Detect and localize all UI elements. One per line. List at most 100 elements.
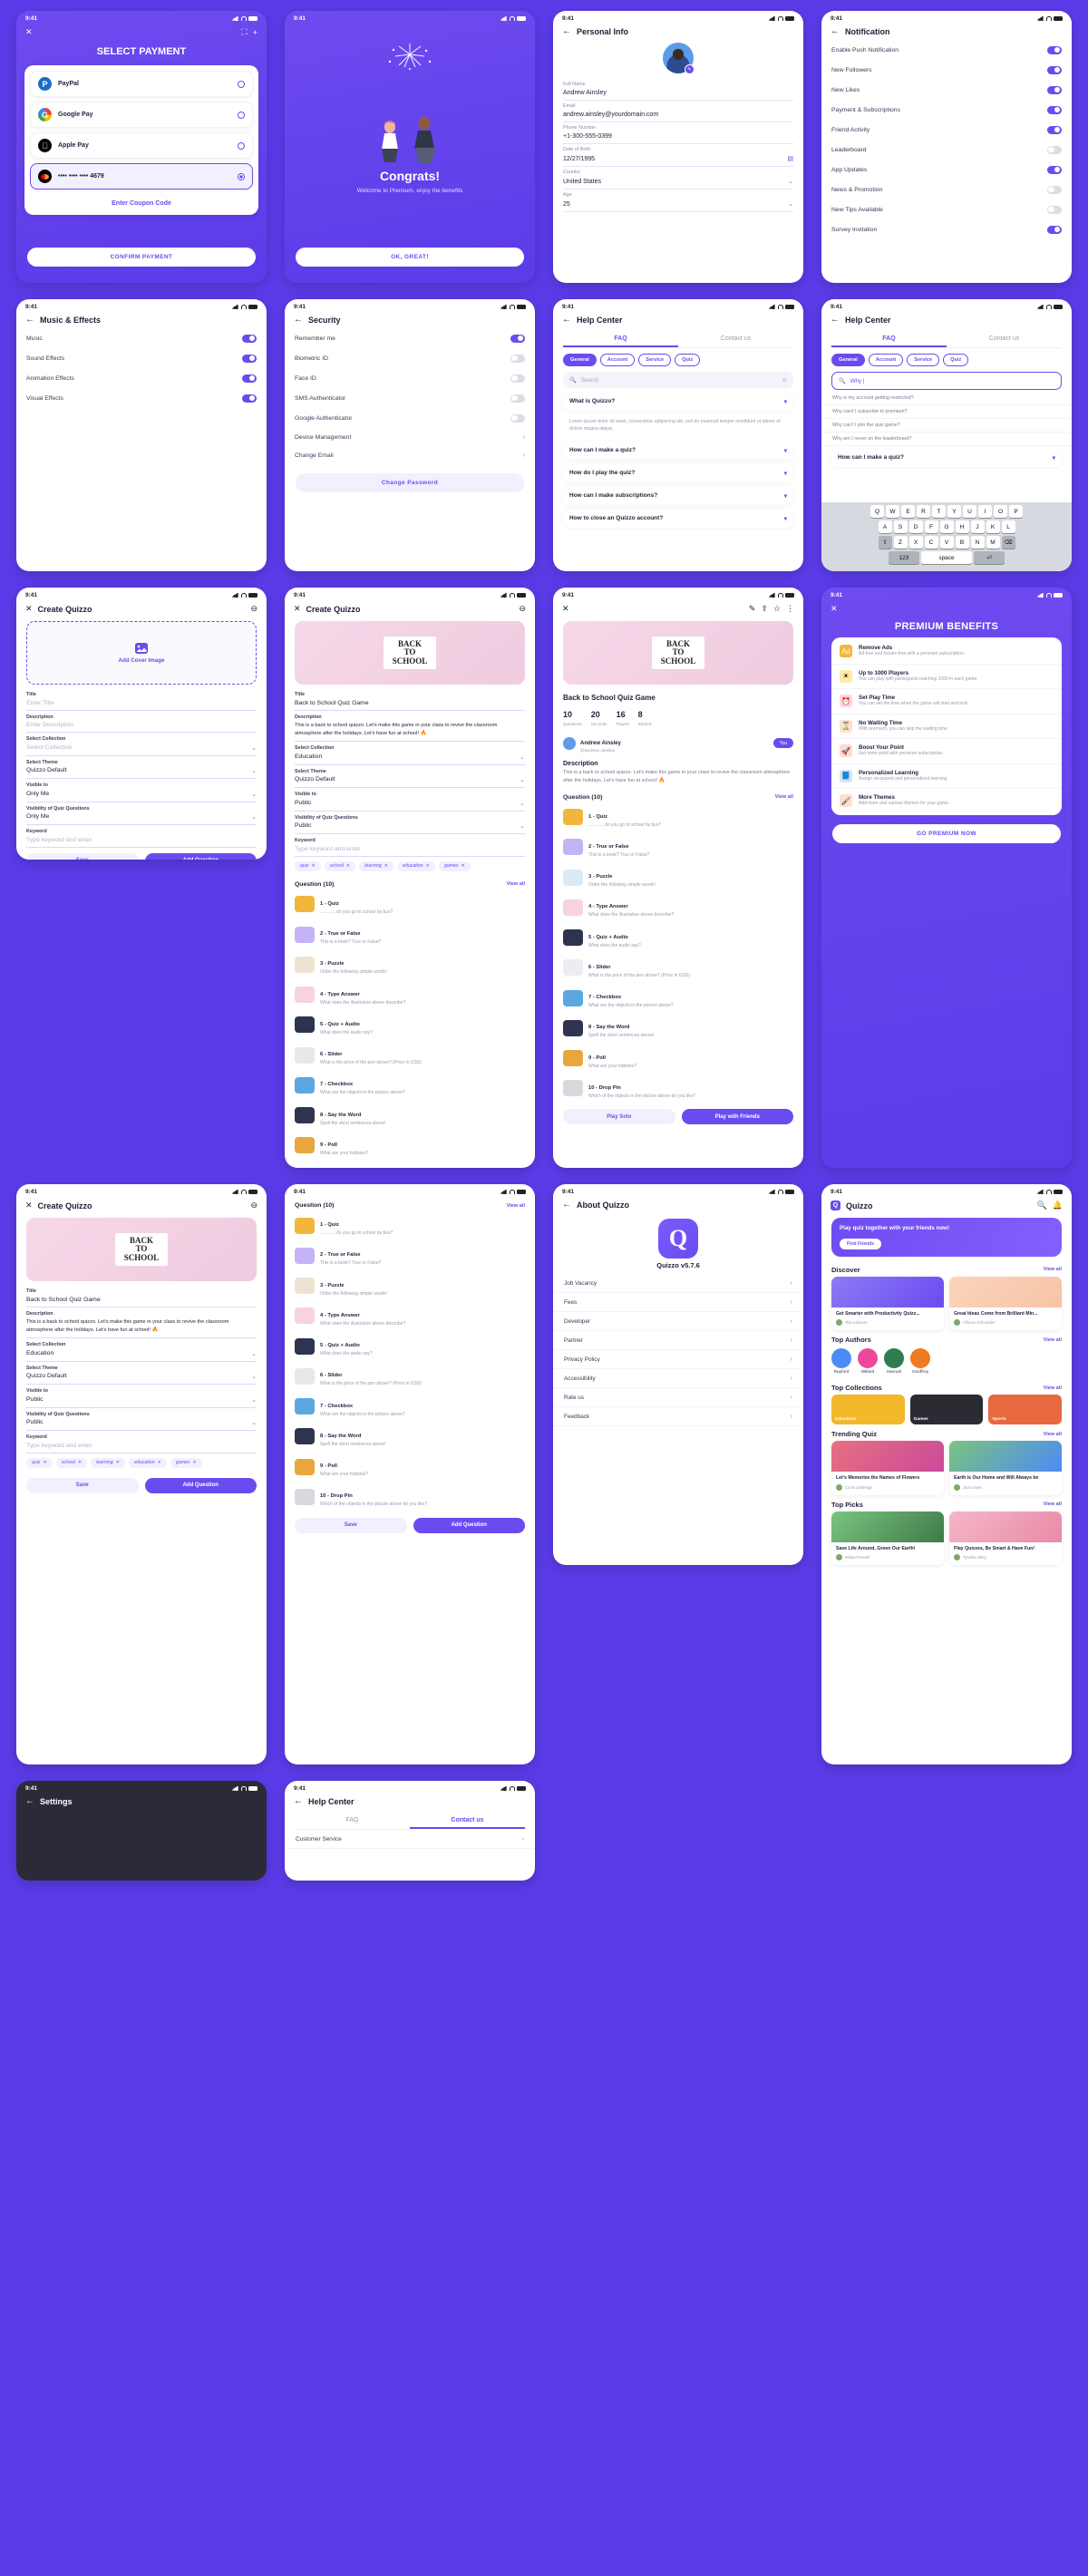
key-m[interactable]: M <box>986 536 1000 549</box>
tab-contact-us[interactable]: Contact us <box>947 332 1062 347</box>
play-solo-button[interactable]: Play Solo <box>563 1109 675 1125</box>
question-item[interactable]: 9 - Poll What are your hobbies? <box>285 1452 535 1482</box>
select-question-visibility[interactable]: Public ⌄ <box>295 821 525 835</box>
chip-general[interactable]: General <box>831 354 865 366</box>
key-y[interactable]: Y <box>947 505 961 518</box>
toggle-payment[interactable] <box>1047 105 1062 114</box>
search-icon[interactable]: 🔍 <box>1037 1201 1047 1210</box>
payment-method-mastercard[interactable]: •••• •••• •••• 4679 <box>30 163 253 190</box>
faq-item[interactable]: How do I play the quiz? ▾ <box>563 464 793 483</box>
add-question-button[interactable]: Add Question <box>413 1517 525 1533</box>
tag-item[interactable]: school ✕ <box>324 860 356 871</box>
setting-row[interactable]: Music <box>16 328 267 348</box>
tag-item[interactable]: quiz ✕ <box>295 860 321 871</box>
tag-item[interactable]: education ✕ <box>397 860 435 871</box>
key-v[interactable]: V <box>939 536 954 549</box>
radio-google-pay[interactable] <box>238 111 245 119</box>
select-collection[interactable]: Education ⌄ <box>26 1347 257 1362</box>
question-item[interactable]: 6 - Slider What is the price of the pen a… <box>553 953 803 983</box>
top-pick-card[interactable]: Save Life Around, Green Our Earth! Willa… <box>831 1511 944 1565</box>
key-a[interactable]: A <box>878 520 892 533</box>
question-item[interactable]: 8 - Say the Word Spell the short sentence… <box>285 1422 535 1452</box>
faq-item[interactable]: What is Quizzo? ▾ <box>563 393 793 411</box>
more-options-icon[interactable]: ⊖ <box>250 1201 257 1210</box>
toggle-sound-effects[interactable] <box>242 354 257 363</box>
key-q[interactable]: Q <box>870 505 884 518</box>
tag-item[interactable]: learning ✕ <box>91 1457 126 1468</box>
question-item[interactable]: 10 - Drop Pin Which of the objects in the… <box>285 1482 535 1512</box>
notification-row[interactable]: New Followers <box>821 60 1072 80</box>
about-link-rate-us[interactable]: Rate us › <box>553 1388 803 1407</box>
enter-coupon-code-link[interactable]: Enter Coupon Code <box>30 194 253 209</box>
author-item[interactable]: Geoffrey <box>910 1348 930 1375</box>
toggle-friend-activity[interactable] <box>1047 125 1062 134</box>
notification-row[interactable]: Enable Push Notification <box>821 40 1072 60</box>
find-friends-button[interactable]: Find Friends <box>840 1238 881 1249</box>
question-item[interactable]: 1 - Quiz............ do you go to school… <box>553 802 803 832</box>
view-all-link[interactable]: View all <box>1044 1267 1062 1272</box>
input-description[interactable]: Enter Description <box>26 720 257 733</box>
input-keyword[interactable]: Type keyword and enter <box>295 843 525 857</box>
input-description[interactable]: This is a back to school quizzo. Let's m… <box>295 720 525 743</box>
chevron-down-icon[interactable]: ⌄ <box>788 178 793 185</box>
chevron-down-icon[interactable]: ⌄ <box>788 200 793 208</box>
back-arrow-icon[interactable]: ← <box>25 1797 34 1806</box>
save-button[interactable]: Save <box>26 1477 139 1493</box>
add-question-button[interactable]: Add Question <box>144 852 257 860</box>
view-all-link[interactable]: View all <box>1044 1337 1062 1343</box>
back-arrow-icon[interactable]: ← <box>562 27 571 36</box>
tag-item[interactable]: games ✕ <box>170 1457 202 1468</box>
author-row[interactable]: Andrew Ainsley @andrew_ainsley You <box>553 730 803 756</box>
save-button[interactable]: Save <box>26 852 139 860</box>
author-badge[interactable]: You <box>772 738 793 748</box>
payment-method-paypal[interactable]: P PayPal <box>30 71 253 97</box>
payment-method-google-pay[interactable]: G Google Pay <box>30 102 253 128</box>
question-item[interactable]: 6 - Slider What is the price of the pen a… <box>285 1040 535 1070</box>
question-item[interactable]: 2 - True or False This is a book? True or… <box>553 832 803 862</box>
question-item[interactable]: 4 - Type Answer What does the illustratio… <box>285 980 535 1010</box>
toggle-biometric-id[interactable] <box>510 354 525 363</box>
key-l[interactable]: L <box>1001 520 1015 533</box>
scan-icon[interactable]: ⛶ <box>241 27 247 37</box>
chip-quiz[interactable]: Quiz <box>675 354 701 366</box>
faq-item[interactable]: How can I make a quiz? ▾ <box>563 442 793 461</box>
toggle-animation-effects[interactable] <box>242 374 257 383</box>
tab-contact-us[interactable]: Contact us <box>678 332 793 347</box>
field-value-wrap[interactable]: United States ⌄ <box>563 175 793 190</box>
chip-general[interactable]: General <box>563 354 597 366</box>
notification-row[interactable]: New Likes <box>821 80 1072 100</box>
security-row[interactable]: Google Authenticator <box>285 408 535 428</box>
payment-method-apple-pay[interactable]:  Apple Pay <box>30 132 253 159</box>
toggle-face-id[interactable] <box>510 374 525 383</box>
return-key-icon[interactable]: ⏎ <box>974 551 1005 564</box>
collection-item[interactable]: Games <box>909 1395 984 1425</box>
change-password-button[interactable]: Change Password <box>296 473 524 492</box>
key-u[interactable]: U <box>963 505 976 518</box>
security-row[interactable]: Remember me <box>285 328 535 348</box>
question-item[interactable]: 8 - Say the Word Spell the short sentence… <box>285 1101 535 1131</box>
about-link-accessibility[interactable]: Accessibility › <box>553 1369 803 1388</box>
select-collection[interactable]: Select Collection ⌄ <box>26 742 257 756</box>
top-pick-card[interactable]: Play Quizzes, Be Smart & Have Fun! Tynis… <box>949 1511 1062 1565</box>
key-k[interactable]: K <box>986 520 1000 533</box>
input-description[interactable]: This is a back to school quizzo. Let's m… <box>26 1317 257 1339</box>
collection-item[interactable]: Sports <box>988 1395 1063 1425</box>
select-visible-to[interactable]: Public ⌄ <box>295 797 525 812</box>
view-all-link[interactable]: View all <box>1044 1385 1062 1391</box>
key-p[interactable]: P <box>1009 505 1023 518</box>
faq-item[interactable]: How can I make a quiz? ▾ <box>831 449 1062 467</box>
notification-row[interactable]: Leaderboard <box>821 140 1072 160</box>
number-key[interactable]: 123 <box>889 551 919 564</box>
tag-item[interactable]: learning ✕ <box>359 860 394 871</box>
discover-card[interactable]: Get Smarter with Productivity Quizz... T… <box>831 1276 944 1331</box>
faq-item[interactable]: How can I make subscriptions? ▾ <box>563 487 793 506</box>
input-keyword[interactable]: Type keyword and enter <box>26 834 257 848</box>
input-keyword[interactable]: Type keyword and enter <box>26 1440 257 1453</box>
tag-item[interactable]: quiz ✕ <box>26 1457 53 1468</box>
toggle-leaderboard[interactable] <box>1047 145 1062 154</box>
avatar[interactable]: ✎ <box>663 43 695 74</box>
setting-row[interactable]: Visual Effects <box>16 388 267 408</box>
key-s[interactable]: S <box>893 520 908 533</box>
back-arrow-icon[interactable]: ← <box>294 316 303 325</box>
save-button[interactable]: Save <box>295 1517 407 1533</box>
